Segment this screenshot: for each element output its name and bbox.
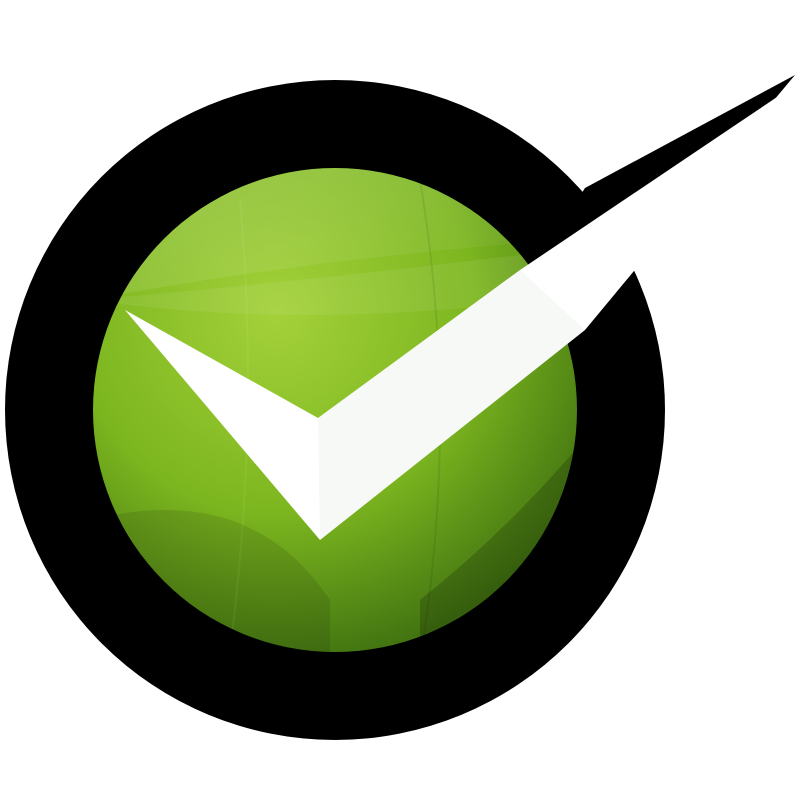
checkmark-logo-icon bbox=[5, 75, 795, 740]
logo-canvas bbox=[0, 0, 800, 800]
